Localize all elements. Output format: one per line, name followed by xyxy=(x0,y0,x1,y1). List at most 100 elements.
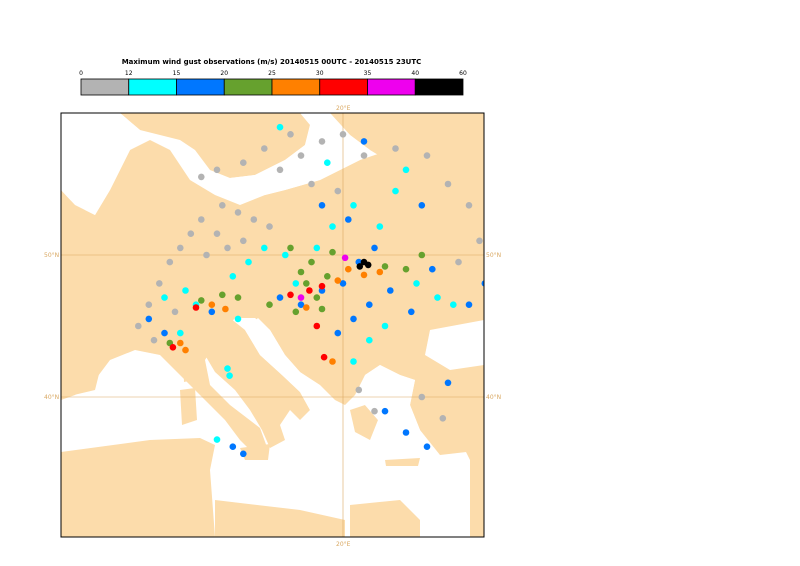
station-marker[interactable] xyxy=(423,152,431,159)
station-marker[interactable] xyxy=(318,138,326,145)
station-marker[interactable] xyxy=(161,294,168,301)
station-marker[interactable] xyxy=(177,244,184,252)
station-marker[interactable] xyxy=(266,301,273,309)
station-marker[interactable] xyxy=(177,329,184,337)
station-marker[interactable] xyxy=(418,393,426,401)
station-marker[interactable] xyxy=(476,237,483,245)
station-marker[interactable] xyxy=(266,223,273,230)
station-marker[interactable] xyxy=(156,280,163,287)
station-marker[interactable] xyxy=(413,280,420,287)
station-marker[interactable] xyxy=(287,131,294,138)
station-marker[interactable] xyxy=(297,294,305,301)
station-marker[interactable] xyxy=(303,280,310,287)
station-marker[interactable] xyxy=(418,202,426,209)
station-marker[interactable] xyxy=(360,271,368,279)
station-marker[interactable] xyxy=(455,258,462,266)
station-marker[interactable] xyxy=(356,263,364,270)
station-marker[interactable] xyxy=(366,301,373,309)
station-marker[interactable] xyxy=(392,187,399,195)
station-marker[interactable] xyxy=(171,308,179,316)
station-marker[interactable] xyxy=(318,282,326,290)
station-marker[interactable] xyxy=(345,216,352,223)
station-marker[interactable] xyxy=(234,315,242,323)
station-marker[interactable] xyxy=(208,308,216,316)
station-marker[interactable] xyxy=(203,251,210,259)
station-marker[interactable] xyxy=(334,187,342,195)
station-marker[interactable] xyxy=(213,166,221,174)
station-marker[interactable] xyxy=(481,280,489,287)
station-marker[interactable] xyxy=(376,223,384,230)
station-marker[interactable] xyxy=(434,294,441,301)
station-marker[interactable] xyxy=(224,244,231,252)
station-marker[interactable] xyxy=(219,291,226,299)
station-marker[interactable] xyxy=(219,202,226,209)
station-marker[interactable] xyxy=(360,152,368,159)
station-marker[interactable] xyxy=(318,202,326,209)
station-marker[interactable] xyxy=(182,287,189,294)
station-marker[interactable] xyxy=(198,297,205,304)
station-marker[interactable] xyxy=(371,407,378,415)
station-marker[interactable] xyxy=(324,273,331,280)
station-marker[interactable] xyxy=(261,145,268,152)
station-marker[interactable] xyxy=(339,131,347,138)
station-marker[interactable] xyxy=(226,372,233,380)
station-marker[interactable] xyxy=(329,358,336,365)
station-marker[interactable] xyxy=(287,291,294,299)
station-marker[interactable] xyxy=(423,443,431,451)
station-marker[interactable] xyxy=(187,230,195,237)
station-marker[interactable] xyxy=(465,202,473,209)
station-marker[interactable] xyxy=(297,268,305,276)
station-marker[interactable] xyxy=(313,244,321,252)
station-marker[interactable] xyxy=(135,322,142,330)
station-marker[interactable] xyxy=(450,301,457,309)
station-marker[interactable] xyxy=(381,322,389,330)
station-marker[interactable] xyxy=(229,443,237,451)
station-marker[interactable] xyxy=(439,415,447,422)
station-marker[interactable] xyxy=(324,159,331,166)
station-marker[interactable] xyxy=(387,287,394,294)
station-marker[interactable] xyxy=(334,277,342,284)
station-marker[interactable] xyxy=(308,258,315,266)
station-marker[interactable] xyxy=(444,379,452,387)
station-marker[interactable] xyxy=(245,258,252,266)
station-marker[interactable] xyxy=(177,339,184,347)
station-marker[interactable] xyxy=(229,273,237,280)
station-marker[interactable] xyxy=(250,216,258,223)
station-marker[interactable] xyxy=(182,346,189,354)
station-marker[interactable] xyxy=(276,166,284,174)
station-marker[interactable] xyxy=(429,265,436,273)
station-marker[interactable] xyxy=(234,209,242,216)
station-marker[interactable] xyxy=(392,145,399,152)
station-marker[interactable] xyxy=(320,353,328,361)
station-marker[interactable] xyxy=(402,166,410,174)
station-marker[interactable] xyxy=(444,180,452,188)
station-marker[interactable] xyxy=(350,315,357,323)
station-marker[interactable] xyxy=(224,365,231,372)
station-marker[interactable] xyxy=(240,450,247,458)
station-marker[interactable] xyxy=(213,436,221,443)
station-marker[interactable] xyxy=(276,294,284,301)
station-marker[interactable] xyxy=(334,329,342,337)
station-marker[interactable] xyxy=(360,138,368,145)
station-marker[interactable] xyxy=(402,265,410,273)
station-marker[interactable] xyxy=(161,329,168,337)
station-marker[interactable] xyxy=(240,159,247,166)
station-marker[interactable] xyxy=(169,344,177,351)
station-marker[interactable] xyxy=(329,223,336,230)
station-marker[interactable] xyxy=(355,386,363,394)
station-marker[interactable] xyxy=(303,304,310,311)
station-marker[interactable] xyxy=(364,261,372,269)
station-marker[interactable] xyxy=(418,251,426,259)
station-marker[interactable] xyxy=(465,301,473,309)
station-marker[interactable] xyxy=(402,429,410,436)
station-marker[interactable] xyxy=(350,202,357,209)
station-marker[interactable] xyxy=(276,123,284,131)
station-marker[interactable] xyxy=(198,216,205,223)
station-marker[interactable] xyxy=(381,407,389,415)
station-marker[interactable] xyxy=(313,294,321,301)
station-marker[interactable] xyxy=(198,173,205,181)
station-marker[interactable] xyxy=(313,322,321,330)
station-marker[interactable] xyxy=(308,180,315,188)
station-marker[interactable] xyxy=(297,152,305,159)
station-marker[interactable] xyxy=(213,230,221,237)
